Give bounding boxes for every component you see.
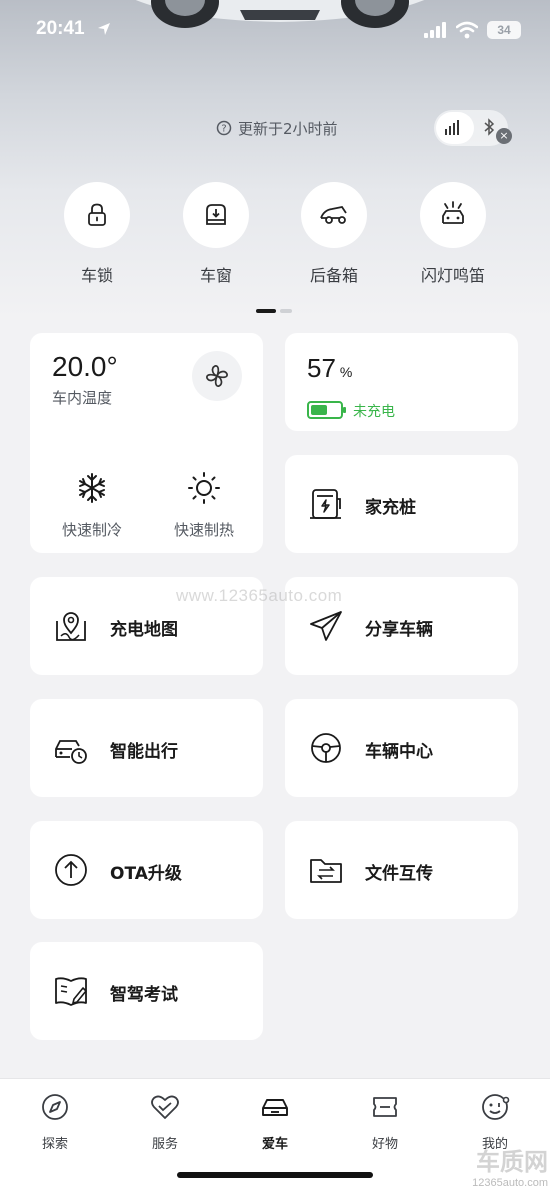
question-icon: ? bbox=[216, 120, 232, 136]
climate-card[interactable]: 20.0° 车内温度 快速制冷 快速制热 bbox=[30, 333, 263, 553]
map-pin-icon bbox=[56, 612, 86, 641]
svg-text:?: ? bbox=[221, 124, 226, 135]
home-indicator bbox=[177, 1172, 373, 1178]
vehicle-center-card[interactable]: 车辆中心 bbox=[285, 699, 518, 797]
quick-action-label: 闪灯鸣笛 bbox=[420, 266, 485, 285]
battery-nub bbox=[343, 407, 346, 413]
status-time: 20:41 bbox=[36, 18, 85, 39]
window-icon bbox=[206, 204, 226, 225]
home-charger-label: 家充桩 bbox=[365, 498, 416, 518]
profile-icon bbox=[482, 1094, 510, 1120]
charger-icon bbox=[310, 489, 341, 519]
battery-level-fill bbox=[311, 405, 327, 415]
tab-label: 爱车 bbox=[261, 1137, 288, 1152]
file-transfer-card[interactable]: 文件互传 bbox=[285, 821, 518, 919]
page-dot-active bbox=[256, 309, 276, 313]
snowflake-icon bbox=[79, 473, 105, 503]
quick-heat-label: 快速制热 bbox=[173, 521, 234, 539]
trunk-icon bbox=[320, 205, 347, 224]
ota-upgrade-card[interactable]: OTA升级 bbox=[30, 821, 263, 919]
vehicle-center-label: 车辆中心 bbox=[365, 742, 433, 762]
update-status: ? 更新于2小时前 bbox=[216, 117, 338, 139]
charging-map-label: 充电地图 bbox=[110, 620, 178, 640]
battery-percent-value: 57 bbox=[307, 353, 336, 383]
battery-indicator: 34 bbox=[487, 21, 521, 39]
share-vehicle-label: 分享车辆 bbox=[365, 620, 433, 640]
charging-status: 未充电 bbox=[353, 404, 395, 420]
quick-cool-label: 快速制冷 bbox=[61, 521, 122, 539]
paper-plane-icon bbox=[310, 611, 342, 641]
watermark-text: www.12365auto.com bbox=[176, 586, 343, 605]
book-pen-icon bbox=[55, 977, 87, 1006]
bluetooth-icon bbox=[484, 118, 495, 136]
quick-cool-button[interactable]: 快速制冷 bbox=[42, 471, 142, 540]
quick-action-trunk[interactable]: 后备箱 bbox=[284, 182, 384, 292]
driving-exam-card[interactable]: 智驾考试 bbox=[30, 942, 263, 1040]
status-bar: 20:41 34 bbox=[0, 0, 550, 60]
page-indicator bbox=[256, 309, 296, 313]
cabin-temperature: 20.0° bbox=[52, 351, 118, 382]
quick-action-window[interactable]: 车窗 bbox=[166, 182, 266, 292]
watermark-logo: 车质网 12365auto.com bbox=[444, 1142, 548, 1189]
lock-button[interactable] bbox=[64, 182, 130, 248]
tab-label: 探索 bbox=[41, 1137, 68, 1152]
battery-card[interactable]: 57% 未充电 bbox=[285, 333, 518, 431]
file-transfer-label: 文件互传 bbox=[365, 864, 433, 884]
fan-icon bbox=[206, 365, 228, 387]
quick-action-lock[interactable]: 车锁 bbox=[47, 182, 147, 292]
driving-exam-label: 智驾考试 bbox=[110, 985, 178, 1005]
window-button[interactable] bbox=[183, 182, 249, 248]
upgrade-arrow-icon bbox=[55, 854, 87, 886]
car-icon bbox=[262, 1099, 288, 1116]
quick-action-flash-horn[interactable]: 闪灯鸣笛 bbox=[403, 182, 503, 292]
bluetooth-off-badge: × bbox=[496, 128, 512, 144]
trunk-button[interactable] bbox=[301, 182, 367, 248]
tab-explore[interactable]: 探索 bbox=[0, 1091, 110, 1152]
lock-icon bbox=[88, 203, 106, 226]
quick-action-label: 车锁 bbox=[80, 266, 113, 285]
tab-shop[interactable]: 好物 bbox=[330, 1091, 440, 1152]
service-icon bbox=[151, 1095, 179, 1119]
fan-button[interactable] bbox=[192, 351, 242, 401]
ota-upgrade-label: OTA升级 bbox=[110, 864, 182, 884]
battery-percent-unit: % bbox=[339, 364, 353, 380]
folder-transfer-icon bbox=[310, 859, 342, 883]
flash-horn-button[interactable] bbox=[420, 182, 486, 248]
watermark-logo-text: 车质网 bbox=[476, 1149, 548, 1176]
home-charger-card[interactable]: 家充桩 bbox=[285, 455, 518, 553]
network-signal-icon bbox=[445, 120, 459, 135]
shop-icon bbox=[373, 1097, 397, 1117]
update-text: 更新于2小时前 bbox=[238, 119, 338, 138]
cabin-temperature-label: 车内温度 bbox=[52, 389, 113, 407]
quick-action-label: 后备箱 bbox=[309, 266, 358, 285]
flash-horn-icon bbox=[442, 201, 464, 224]
tab-label: 好物 bbox=[371, 1137, 398, 1152]
smart-travel-label: 智能出行 bbox=[110, 742, 178, 762]
connection-toggle[interactable]: × bbox=[434, 110, 512, 146]
quick-heat-button[interactable]: 快速制热 bbox=[154, 471, 254, 540]
battery-level-icon bbox=[307, 401, 346, 419]
tab-my-car[interactable]: 爱车 bbox=[220, 1091, 330, 1152]
smart-travel-card[interactable]: 智能出行 bbox=[30, 699, 263, 797]
car-clock-icon bbox=[55, 740, 87, 764]
quick-action-label: 车窗 bbox=[199, 266, 232, 285]
sun-icon bbox=[188, 472, 220, 504]
battery-percent: 57% bbox=[307, 353, 352, 384]
page-dot bbox=[280, 309, 292, 313]
tab-label: 服务 bbox=[151, 1137, 178, 1152]
quick-actions: 车锁 车窗 后备箱 闪灯鸣笛 bbox=[0, 182, 550, 292]
tab-service[interactable]: 服务 bbox=[110, 1091, 220, 1152]
wifi-icon bbox=[456, 21, 478, 39]
location-arrow-icon bbox=[98, 23, 110, 35]
cellular-signal-icon bbox=[424, 22, 446, 38]
explore-icon bbox=[42, 1094, 68, 1120]
watermark-logo-url: 12365auto.com bbox=[472, 1177, 548, 1189]
steering-wheel-icon bbox=[311, 733, 341, 763]
